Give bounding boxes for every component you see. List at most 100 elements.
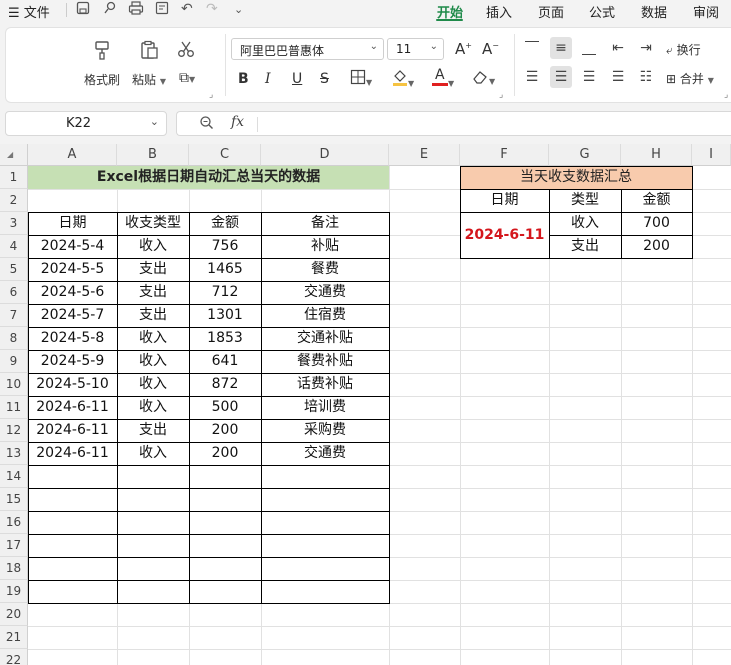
data-cell[interactable]: 2024-6-11 [28, 419, 117, 442]
row-header-18[interactable]: 18 [0, 557, 28, 580]
zoom-search-icon[interactable] [199, 115, 214, 134]
copy-button[interactable]: ⧉▼ [179, 70, 195, 86]
column-header-d[interactable]: D [261, 144, 389, 166]
row-header-17[interactable]: 17 [0, 534, 28, 557]
wrap-text-button[interactable]: ⤶ 换行 [666, 41, 701, 58]
row-header-6[interactable]: 6 [0, 281, 28, 304]
justify-icon[interactable]: ☰ [607, 66, 629, 88]
row-header-8[interactable]: 8 [0, 327, 28, 350]
data-cell[interactable]: 采购费 [261, 419, 389, 442]
data-cell[interactable]: 2024-5-5 [28, 258, 117, 281]
format-painter-icon[interactable] [92, 40, 112, 65]
increase-font-icon[interactable]: A+ [455, 40, 472, 58]
data-cell[interactable]: 餐费补贴 [261, 350, 389, 373]
print-icon[interactable] [128, 1, 144, 19]
row-header-1[interactable]: 1 [0, 166, 28, 189]
header-cell[interactable]: 日期 [28, 212, 117, 235]
paste-button[interactable]: 粘贴 ▼ [132, 71, 166, 88]
align-right-icon[interactable]: ☰ [578, 66, 600, 88]
clear-format-button[interactable]: ▼ [472, 69, 495, 88]
increase-indent-icon[interactable]: ⇥ [635, 37, 657, 59]
export-icon[interactable] [103, 1, 117, 19]
row-header-2[interactable]: 2 [0, 189, 28, 212]
column-header-b[interactable]: B [117, 144, 189, 166]
name-box[interactable]: K22 ⌄ [5, 111, 167, 136]
tab-data[interactable]: 数据 [641, 2, 667, 21]
tab-formulas[interactable]: 公式 [589, 2, 615, 21]
worksheet-grid[interactable]: ◢ A B C D E F G H I 1 2 3 4 5 6 7 8 9 10 11 12 13 14 15 16 17 18 19… [0, 144, 731, 665]
insert-function-icon[interactable]: fx [231, 114, 244, 130]
row-header-20[interactable]: 20 [0, 603, 28, 626]
align-left-icon[interactable]: ☰ [521, 66, 543, 88]
data-cell[interactable]: 交通费 [261, 281, 389, 304]
data-cell[interactable]: 收入 [117, 373, 189, 396]
data-cell[interactable]: 收入 [117, 350, 189, 373]
tab-insert[interactable]: 插入 [486, 2, 512, 21]
undo-icon[interactable]: ↶ [181, 1, 193, 17]
decrease-font-icon[interactable]: A− [482, 40, 499, 58]
redo-icon[interactable]: ↷ [206, 1, 218, 17]
save-icon[interactable] [76, 1, 90, 19]
summary-header-cell[interactable]: 金额 [621, 189, 692, 212]
row-header-13[interactable]: 13 [0, 442, 28, 465]
summary-header-cell[interactable]: 类型 [549, 189, 621, 212]
data-cell[interactable]: 收入 [117, 442, 189, 465]
row-header-14[interactable]: 14 [0, 465, 28, 488]
strikethrough-button[interactable]: S [320, 71, 329, 87]
row-header-7[interactable]: 7 [0, 304, 28, 327]
data-cell[interactable]: 2024-5-10 [28, 373, 117, 396]
data-cell[interactable]: 712 [189, 281, 261, 304]
column-header-i[interactable]: I [692, 144, 731, 166]
select-all-corner[interactable]: ◢ [0, 144, 28, 166]
data-cell[interactable]: 2024-5-9 [28, 350, 117, 373]
decrease-indent-icon[interactable]: ⇤ [607, 37, 629, 59]
data-cell[interactable]: 收入 [117, 327, 189, 350]
data-cell[interactable]: 交通补贴 [261, 327, 389, 350]
tab-review[interactable]: 审阅 [693, 2, 719, 21]
print-preview-icon[interactable] [155, 1, 169, 19]
column-header-f[interactable]: F [460, 144, 549, 166]
data-cell[interactable]: 200 [189, 419, 261, 442]
data-cell[interactable]: 641 [189, 350, 261, 373]
data-cell[interactable]: 200 [189, 442, 261, 465]
row-header-22[interactable]: 22 [0, 649, 28, 665]
summary-cell[interactable]: 支出 [549, 235, 621, 258]
row-header-21[interactable]: 21 [0, 626, 28, 649]
underline-button[interactable]: U [292, 71, 302, 87]
distributed-icon[interactable]: ☷ [635, 66, 657, 88]
summary-cell[interactable]: 收入 [549, 212, 621, 235]
data-cell[interactable]: 餐费 [261, 258, 389, 281]
file-menu[interactable]: ☰ 文件 [8, 2, 50, 21]
merge-button[interactable]: ⊞ 合并 ▼ [666, 70, 714, 87]
data-cell[interactable]: 2024-5-4 [28, 235, 117, 258]
borders-button[interactable]: ▼ [350, 69, 372, 89]
row-header-4[interactable]: 4 [0, 235, 28, 258]
data-cell[interactable]: 收入 [117, 235, 189, 258]
summary-cell[interactable]: 200 [621, 235, 692, 258]
column-header-c[interactable]: C [189, 144, 261, 166]
format-painter-button[interactable]: 格式刷 [84, 71, 120, 88]
data-cell[interactable]: 住宿费 [261, 304, 389, 327]
data-cell[interactable]: 2024-5-8 [28, 327, 117, 350]
row-header-11[interactable]: 11 [0, 396, 28, 419]
row-header-3[interactable]: 3 [0, 212, 28, 235]
align-bottom-icon[interactable]: ⎽ [578, 37, 600, 59]
data-cell[interactable]: 1853 [189, 327, 261, 350]
summary-header-cell[interactable]: 日期 [460, 189, 549, 212]
data-cell[interactable]: 2024-6-11 [28, 442, 117, 465]
expand-dialog-icon[interactable]: ⌟ [724, 90, 728, 100]
data-cell[interactable]: 支出 [117, 419, 189, 442]
data-cell[interactable]: 话费补贴 [261, 373, 389, 396]
bold-button[interactable]: B [238, 71, 249, 87]
header-cell[interactable]: 备注 [261, 212, 389, 235]
column-header-g[interactable]: G [549, 144, 621, 166]
align-middle-icon[interactable]: ≡ [550, 37, 572, 59]
expand-dialog-icon[interactable]: ⌟ [209, 90, 213, 100]
row-header-19[interactable]: 19 [0, 580, 28, 603]
header-cell[interactable]: 收支类型 [117, 212, 189, 235]
summary-cell[interactable]: 700 [621, 212, 692, 235]
data-cell[interactable]: 补贴 [261, 235, 389, 258]
chevron-down-icon[interactable]: ⌄ [150, 115, 159, 128]
chevron-down-icon[interactable]: ⌄ [234, 3, 243, 16]
italic-button[interactable]: I [265, 71, 271, 87]
